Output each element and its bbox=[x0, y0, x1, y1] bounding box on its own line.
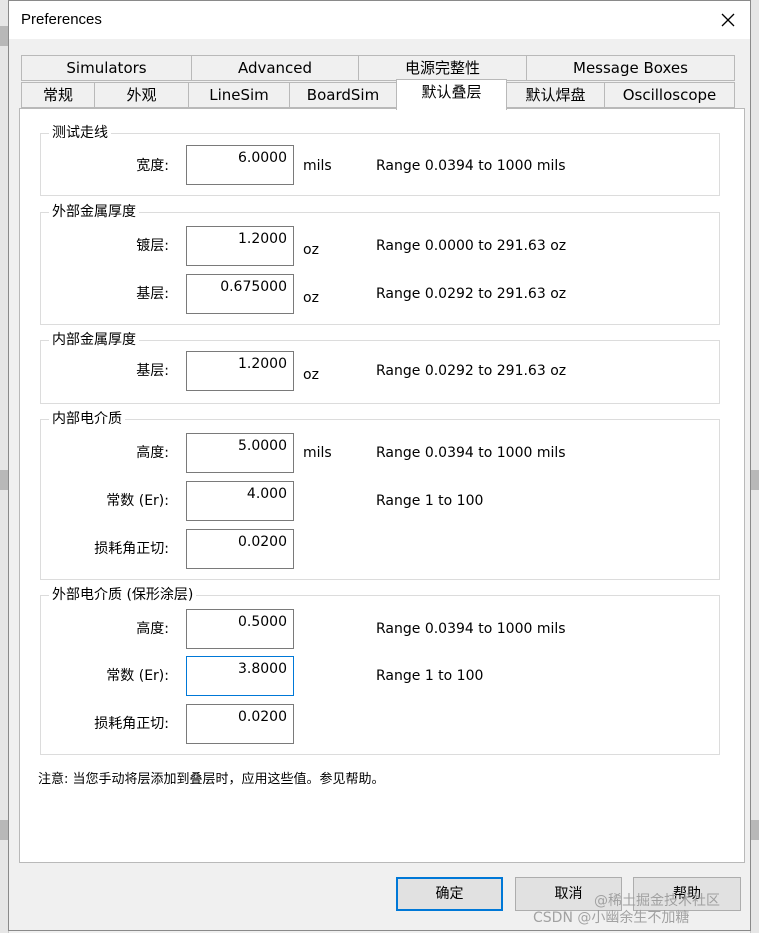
tab-default-stackup[interactable]: 默认叠层 bbox=[396, 79, 507, 110]
group-title: 外部电介质 (保形涂层) bbox=[49, 586, 197, 604]
outer-dielectric-loss-tangent-input[interactable] bbox=[186, 704, 294, 744]
inner-dielectric-constant-range: Range 1 to 100 bbox=[376, 493, 484, 509]
outer-base-unit: oz bbox=[303, 290, 319, 306]
group-test-trace: 测试走线 宽度: mils Range 0.0394 to 1000 mils bbox=[40, 124, 720, 196]
tab-default-padstack[interactable]: 默认焊盘 bbox=[506, 82, 605, 108]
inner-dielectric-height-unit: mils bbox=[303, 445, 332, 461]
trace-width-range: Range 0.0394 to 1000 mils bbox=[376, 158, 566, 174]
height-label: 高度: bbox=[136, 621, 169, 637]
group-outer-metal: 外部金属厚度 镀层: oz Range 0.0000 to 291.63 oz … bbox=[40, 203, 720, 325]
edge-tick bbox=[751, 470, 759, 490]
close-icon bbox=[721, 13, 735, 27]
tab-oscilloscope[interactable]: Oscilloscope bbox=[604, 82, 735, 108]
outer-plating-range: Range 0.0000 to 291.63 oz bbox=[376, 238, 567, 254]
outer-dielectric-constant-range: Range 1 to 100 bbox=[376, 668, 484, 684]
outer-dielectric-height-input[interactable] bbox=[186, 609, 294, 649]
group-outer-dielectric: 外部电介质 (保形涂层) 高度: Range 0.0394 to 1000 mi… bbox=[40, 586, 720, 755]
tab-advanced[interactable]: Advanced bbox=[191, 55, 359, 81]
edge-tick bbox=[751, 820, 759, 840]
outer-base-input[interactable] bbox=[186, 274, 294, 314]
preferences-dialog: Preferences Simulators Advanced 电源完整性 Me… bbox=[8, 0, 751, 931]
loss-tangent-label: 损耗角正切: bbox=[94, 541, 169, 557]
tab-boardsim[interactable]: BoardSim bbox=[289, 82, 397, 108]
group-title: 测试走线 bbox=[49, 124, 111, 142]
constant-label: 常数 (Er): bbox=[106, 493, 169, 509]
edge-tick bbox=[0, 820, 8, 840]
edge-tick bbox=[0, 470, 8, 490]
outer-dielectric-height-range: Range 0.0394 to 1000 mils bbox=[376, 621, 566, 637]
outer-base-range: Range 0.0292 to 291.63 oz bbox=[376, 286, 567, 302]
plating-label: 镀层: bbox=[136, 238, 169, 254]
outer-plating-unit: oz bbox=[303, 242, 319, 258]
tab-appearance[interactable]: 外观 bbox=[94, 82, 189, 108]
trace-width-unit: mils bbox=[303, 158, 332, 174]
inner-dielectric-loss-tangent-input[interactable] bbox=[186, 529, 294, 569]
ok-button[interactable]: 确定 bbox=[396, 877, 503, 911]
tab-simulators[interactable]: Simulators bbox=[21, 55, 192, 81]
group-title: 内部金属厚度 bbox=[49, 331, 139, 349]
constant-label: 常数 (Er): bbox=[106, 668, 169, 684]
inner-base-input[interactable] bbox=[186, 351, 294, 391]
background-window-edge-right bbox=[750, 0, 759, 933]
stackup-panel: 测试走线 宽度: mils Range 0.0394 to 1000 mils … bbox=[19, 108, 745, 863]
loss-tangent-label: 损耗角正切: bbox=[94, 716, 169, 732]
group-title: 内部电介质 bbox=[49, 410, 125, 428]
base-label: 基层: bbox=[136, 363, 169, 379]
inner-dielectric-height-range: Range 0.0394 to 1000 mils bbox=[376, 445, 566, 461]
title-bar: Preferences bbox=[9, 1, 750, 39]
tab-general[interactable]: 常规 bbox=[21, 82, 95, 108]
window-title: Preferences bbox=[21, 11, 102, 28]
inner-base-unit: oz bbox=[303, 367, 319, 383]
height-label: 高度: bbox=[136, 445, 169, 461]
width-label: 宽度: bbox=[136, 158, 169, 174]
outer-plating-input[interactable] bbox=[186, 226, 294, 266]
close-button[interactable] bbox=[714, 7, 742, 33]
edge-tick bbox=[0, 26, 8, 46]
group-title: 外部金属厚度 bbox=[49, 203, 139, 221]
trace-width-input[interactable] bbox=[186, 145, 294, 185]
watermark-line-2: CSDN @小幽余生不加糖 bbox=[533, 910, 690, 926]
inner-dielectric-constant-input[interactable] bbox=[186, 481, 294, 521]
tab-message-boxes[interactable]: Message Boxes bbox=[526, 55, 735, 81]
base-label: 基层: bbox=[136, 286, 169, 302]
group-inner-metal: 内部金属厚度 基层: oz Range 0.0292 to 291.63 oz bbox=[40, 331, 720, 404]
outer-dielectric-constant-input[interactable] bbox=[186, 656, 294, 696]
inner-dielectric-height-input[interactable] bbox=[186, 433, 294, 473]
tab-linesim[interactable]: LineSim bbox=[188, 82, 290, 108]
inner-base-range: Range 0.0292 to 291.63 oz bbox=[376, 363, 567, 379]
stackup-note: 注意: 当您手动将层添加到叠层时，应用这些值。参见帮助。 bbox=[38, 772, 385, 787]
group-inner-dielectric: 内部电介质 高度: mils Range 0.0394 to 1000 mils… bbox=[40, 410, 720, 580]
tab-power-integrity[interactable]: 电源完整性 bbox=[358, 55, 527, 81]
